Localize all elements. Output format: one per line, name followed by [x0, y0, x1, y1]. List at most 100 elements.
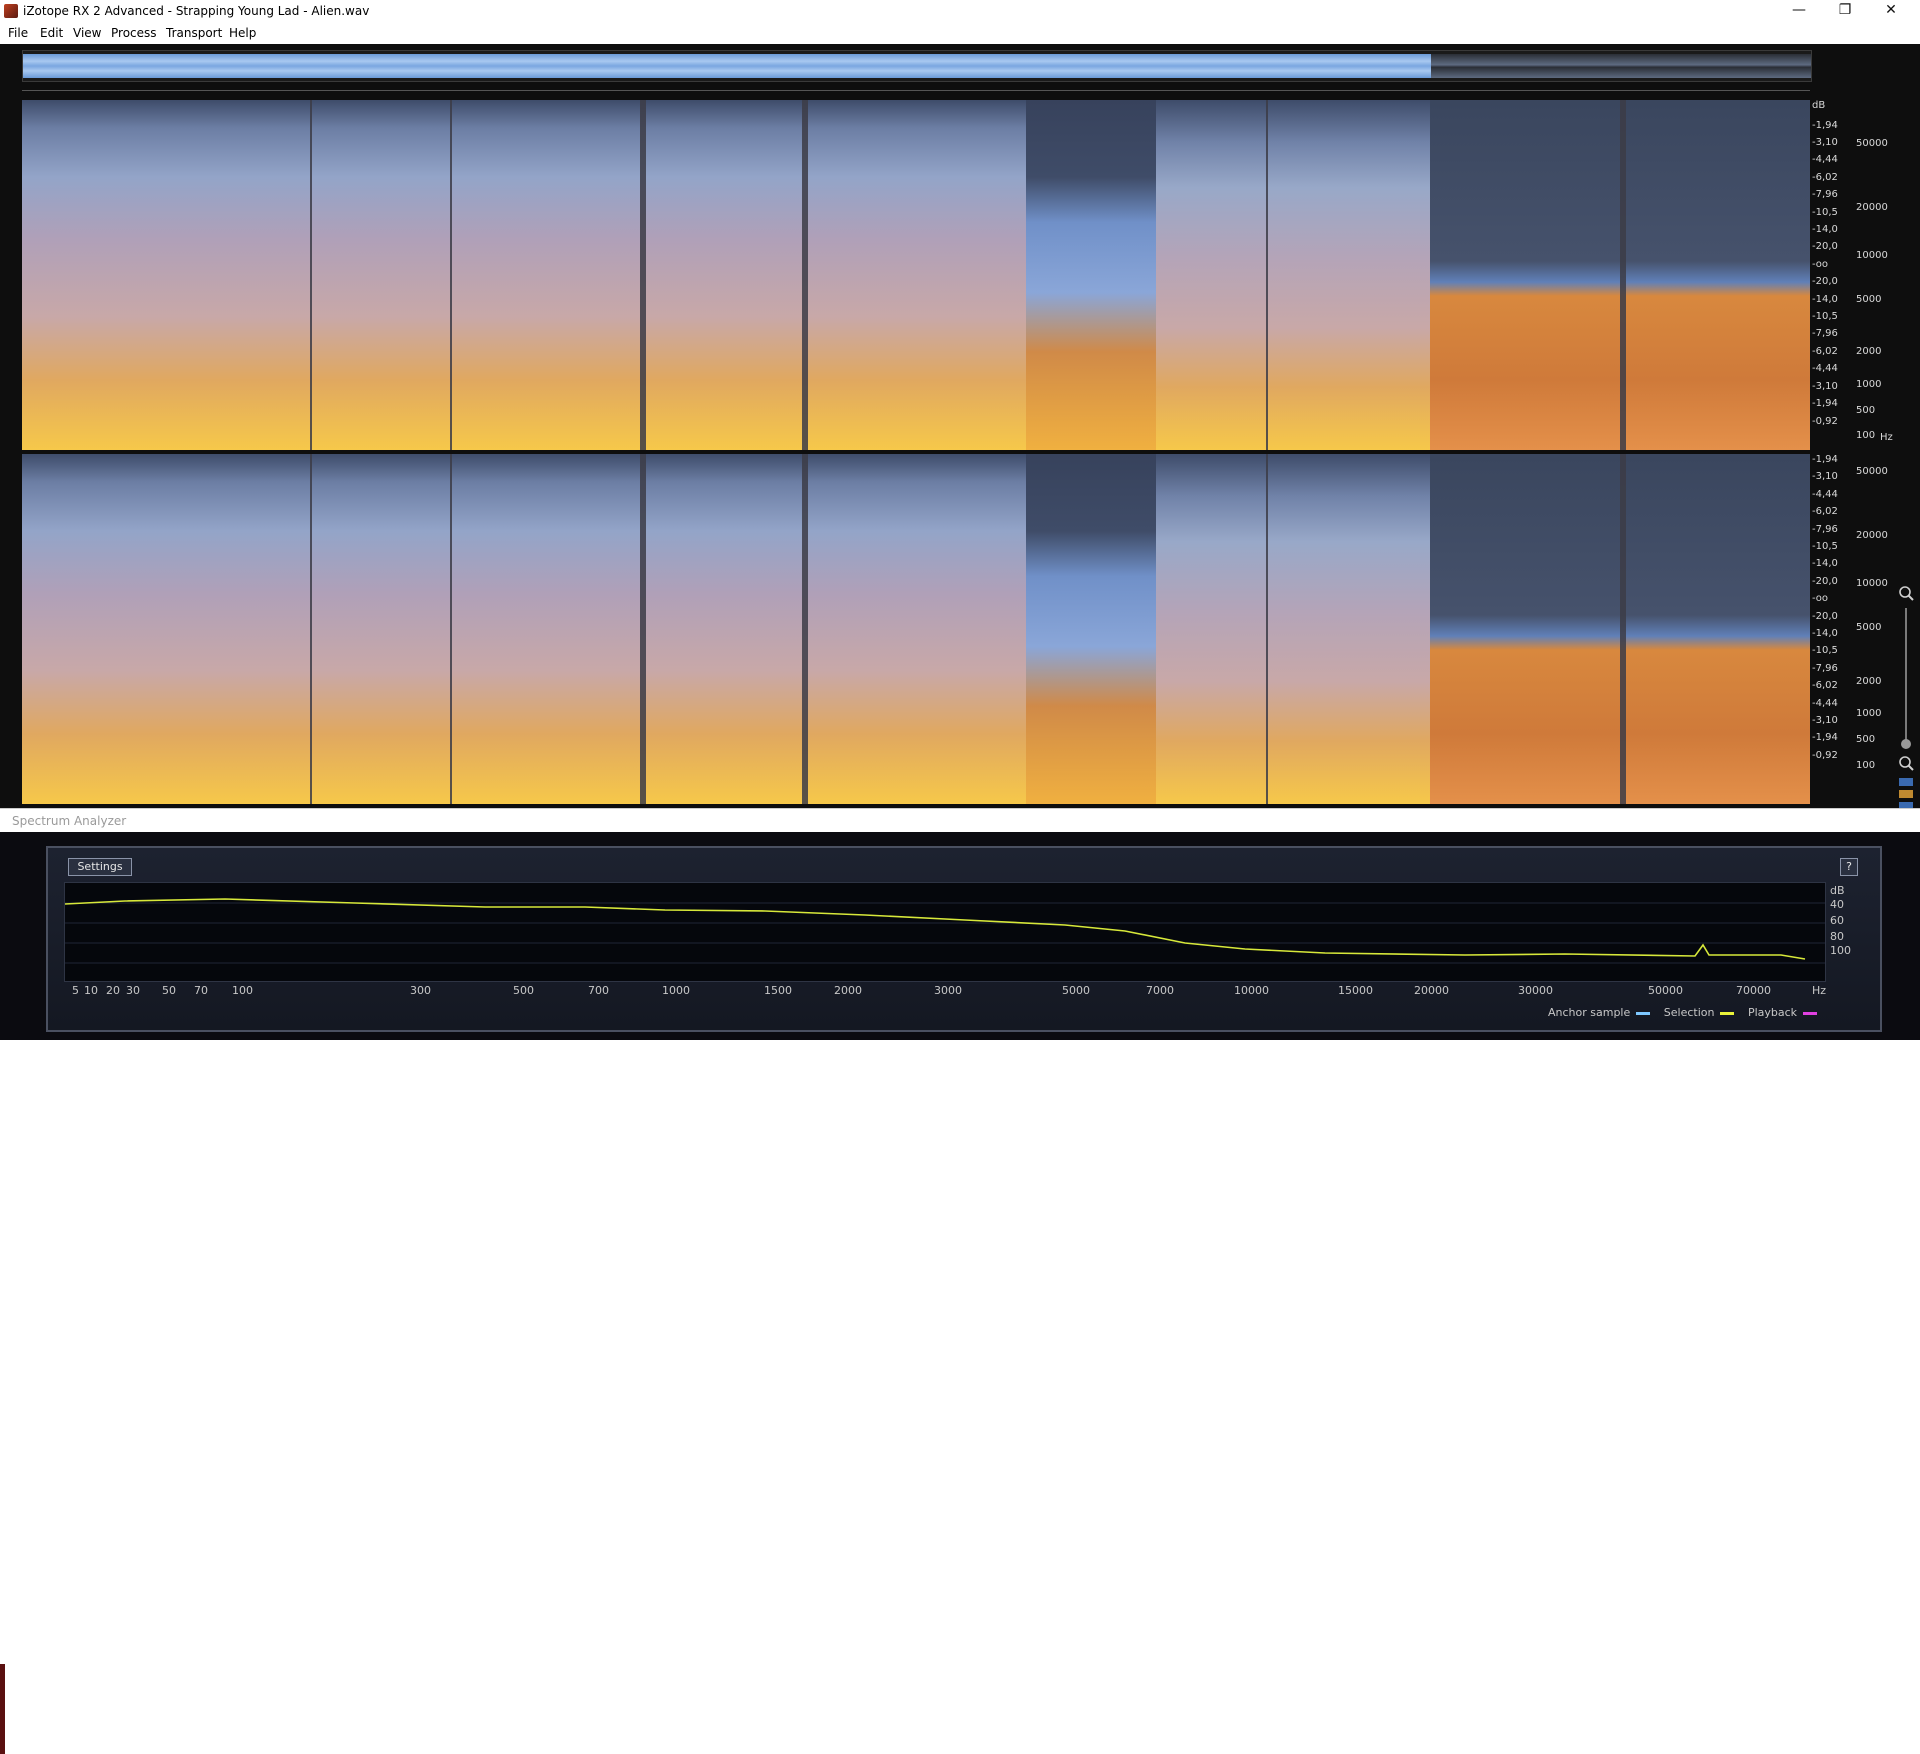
menu-transport[interactable]: Transport — [166, 26, 222, 40]
db-label: -3,10 — [1812, 381, 1838, 392]
db-label: -10,5 — [1812, 541, 1838, 552]
db-label: -14,0 — [1812, 224, 1838, 235]
legend-playback-swatch — [1803, 1011, 1818, 1015]
hz-label: 10000 — [1856, 250, 1888, 261]
side-edge — [0, 1664, 5, 1754]
hz-label: 5000 — [1856, 294, 1882, 305]
freq-label: 3000 — [934, 984, 962, 997]
scale-channel-1: dB -1,94 -3,10 -4,44 -6,02 -7,96 -10,5 -… — [1812, 100, 1893, 450]
db-label: -7,96 — [1812, 328, 1838, 339]
hz-label: 20000 — [1856, 530, 1888, 541]
spectrogram-channel-2[interactable] — [22, 454, 1810, 804]
db-axis-label: 100 — [1830, 944, 1851, 957]
freq-label: 7000 — [1146, 984, 1174, 997]
db-label: -14,0 — [1812, 558, 1838, 569]
db-label: -4,44 — [1812, 698, 1838, 709]
hz-label: 1000 — [1856, 379, 1882, 390]
maximize-button[interactable]: ❐ — [1822, 0, 1868, 22]
freq-label: 10000 — [1234, 984, 1269, 997]
zoom-out-icon[interactable] — [1899, 756, 1914, 771]
app-icon — [4, 4, 18, 18]
db-label: -0,92 — [1812, 416, 1838, 427]
freq-label: 30000 — [1518, 984, 1553, 997]
spec-section — [1156, 100, 1430, 450]
hz-label: 100 — [1856, 760, 1876, 771]
hz-label: 500 — [1856, 734, 1876, 745]
spec-section — [1026, 100, 1156, 450]
hz-label: 2000 — [1856, 346, 1882, 357]
freq-label: 700 — [588, 984, 609, 997]
freq-label: 1500 — [764, 984, 792, 997]
menu-process[interactable]: Process — [111, 26, 157, 40]
spec-gap — [1266, 100, 1268, 450]
db-label: -20,0 — [1812, 241, 1838, 252]
waveform-overview[interactable] — [22, 50, 1812, 82]
zoom-controls[interactable] — [1896, 584, 1916, 814]
freq-label: 5000 — [1062, 984, 1090, 997]
zoom-in-icon[interactable] — [1899, 586, 1914, 601]
editor-area[interactable]: dB -1,94 -3,10 -4,44 -6,02 -7,96 -10,5 -… — [0, 44, 1920, 810]
freq-label: 500 — [513, 984, 534, 997]
spec-gap — [640, 454, 646, 804]
spec-gap — [1266, 454, 1268, 804]
freq-label: 70 — [194, 984, 208, 997]
db-label: -10,5 — [1812, 207, 1838, 218]
spectrum-graph[interactable] — [64, 882, 1826, 982]
spec-section — [1156, 454, 1430, 804]
db-axis-label: dB — [1830, 884, 1845, 897]
db-label: -0,92 — [1812, 750, 1838, 761]
freq-label: 10 — [84, 984, 98, 997]
spec-gap — [310, 454, 312, 804]
freq-label: 50 — [162, 984, 176, 997]
freq-label: 100 — [232, 984, 253, 997]
close-button[interactable]: ✕ — [1868, 0, 1914, 22]
db-label: -7,96 — [1812, 189, 1838, 200]
freq-label: 70000 — [1736, 984, 1771, 997]
db-axis-label: 80 — [1830, 930, 1844, 943]
db-label: -14,0 — [1812, 628, 1838, 639]
db-unit-label: dB — [1812, 100, 1826, 111]
spectrogram-channel-1[interactable] — [22, 100, 1810, 450]
legend: Anchor sample Selection Playback — [1548, 1006, 1827, 1019]
db-label: -10,5 — [1812, 311, 1838, 322]
menu-file[interactable]: File — [8, 26, 28, 40]
spec-gap — [802, 454, 808, 804]
db-axis-label: 60 — [1830, 914, 1844, 927]
hz-label: 5000 — [1856, 622, 1882, 633]
tool-icon[interactable] — [1899, 778, 1913, 810]
freq-label: 20000 — [1414, 984, 1449, 997]
spec-gap — [310, 100, 312, 450]
db-label: -6,02 — [1812, 680, 1838, 691]
help-button[interactable]: ? — [1840, 858, 1858, 876]
legend-selection-label: Selection — [1663, 1006, 1715, 1019]
db-label: -20,0 — [1812, 611, 1838, 622]
menu-bar: File Edit View Process Transport Help — [0, 24, 1920, 44]
freq-label: 5 — [72, 984, 79, 997]
minimize-button[interactable]: — — [1776, 0, 1822, 22]
zoom-slider[interactable] — [1901, 608, 1911, 749]
spectrum-curve — [64, 898, 1806, 960]
timeline-ruler[interactable] — [22, 90, 1810, 97]
legend-selection-swatch — [1720, 1011, 1735, 1015]
settings-button[interactable]: Settings — [68, 858, 132, 876]
db-label: -4,44 — [1812, 363, 1838, 374]
spec-section — [22, 454, 1026, 804]
spec-section — [22, 100, 1026, 450]
freq-label: 2000 — [834, 984, 862, 997]
menu-edit[interactable]: Edit — [40, 26, 63, 40]
menu-view[interactable]: View — [73, 26, 101, 40]
db-label: -7,96 — [1812, 663, 1838, 674]
scale-channel-2: -1,94 -3,10 -4,44 -6,02 -7,96 -10,5 -14,… — [1812, 454, 1892, 804]
db-label: -4,44 — [1812, 154, 1838, 165]
hz-label: 2000 — [1856, 676, 1882, 687]
window-title: iZotope RX 2 Advanced - Strapping Young … — [23, 4, 370, 18]
freq-label: 15000 — [1338, 984, 1373, 997]
db-label: -14,0 — [1812, 294, 1838, 305]
db-label: -20,0 — [1812, 276, 1838, 287]
db-label: -4,44 — [1812, 489, 1838, 500]
menu-help[interactable]: Help — [229, 26, 256, 40]
analyzer-panel: Settings ? dB 40 60 80 100 5 10 20 30 50… — [46, 846, 1882, 1032]
spec-gap — [1620, 454, 1626, 804]
db-label: -6,02 — [1812, 506, 1838, 517]
legend-playback-label: Playback — [1747, 1006, 1798, 1019]
